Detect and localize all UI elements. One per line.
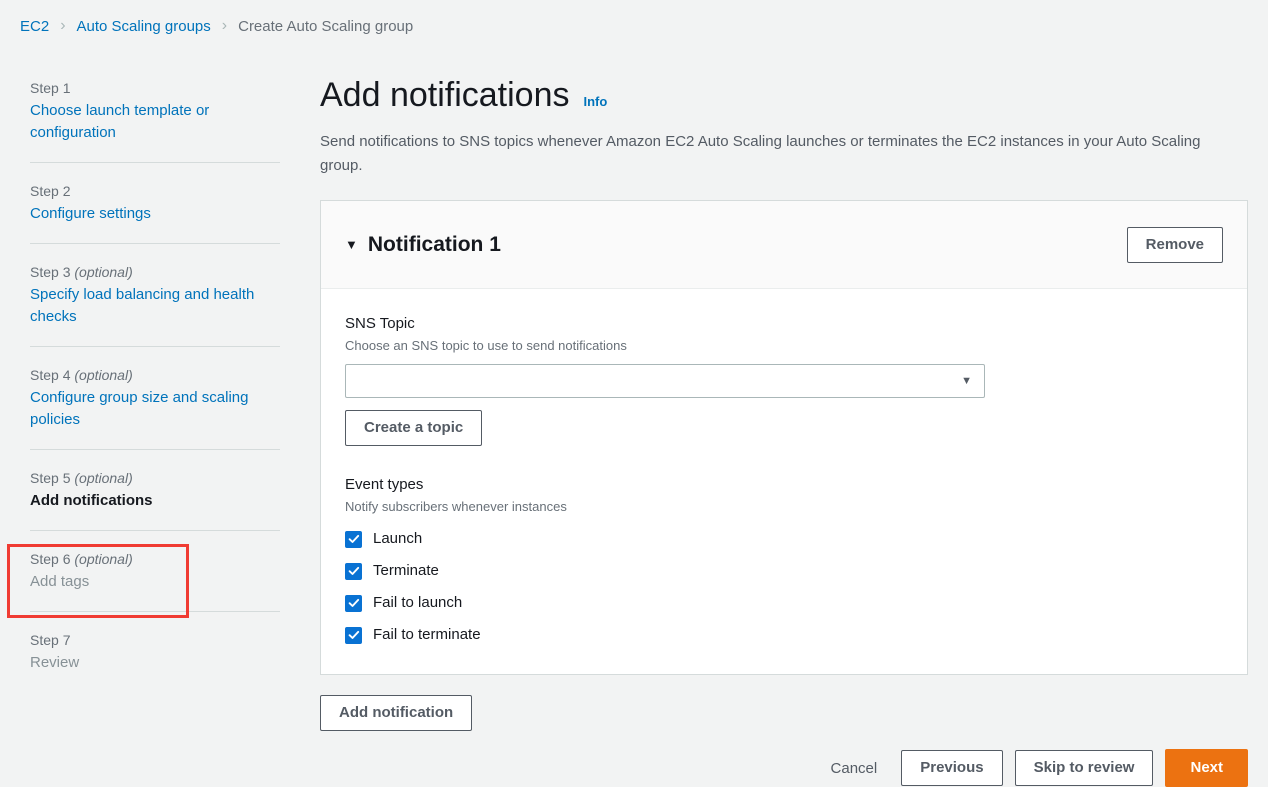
- breadcrumb-item-auto-scaling-groups[interactable]: Auto Scaling groups: [77, 18, 211, 35]
- step-number: Step 5 (optional): [30, 470, 133, 486]
- sns-topic-description: Choose an SNS topic to use to send notif…: [345, 338, 627, 353]
- step-divider: [30, 346, 280, 347]
- step-title[interactable]: Configure group size and scaling policie…: [30, 387, 280, 431]
- sidebar-item-step-3[interactable]: Step 3 (optional) Specify load balancing…: [0, 262, 300, 328]
- step-number: Step 3 (optional): [30, 264, 133, 280]
- sidebar-item-step-6[interactable]: Step 6 (optional) Add tags: [0, 549, 300, 593]
- add-notification-row: Add notification: [320, 695, 1248, 731]
- event-type-label: Launch: [373, 530, 423, 547]
- event-type-label: Terminate: [373, 562, 439, 579]
- breadcrumb-separator-icon: ›: [60, 17, 66, 34]
- sidebar-item-step-1[interactable]: Step 1 Choose launch template or configu…: [0, 78, 300, 144]
- step-divider: [30, 243, 280, 244]
- create-topic-row: Create a topic: [345, 410, 1223, 446]
- step-title[interactable]: Specify load balancing and health checks: [30, 284, 280, 328]
- step-title: Add tags: [30, 573, 90, 590]
- sidebar-item-step-7[interactable]: Step 7 Review: [0, 630, 300, 674]
- notification-panel-header: ▼ Notification 1 Remove: [321, 201, 1247, 289]
- chevron-down-icon: ▼: [961, 374, 972, 387]
- step-number: Step 7: [30, 632, 71, 648]
- page-title-row: Add notifications Info: [320, 74, 1248, 116]
- step-number: Step 4 (optional): [30, 367, 133, 383]
- step-divider: [30, 449, 280, 450]
- wizard-step-navigation: Step 1 Choose launch template or configu…: [0, 52, 300, 674]
- cancel-button[interactable]: Cancel: [819, 752, 890, 785]
- event-types-label: Event types: [345, 476, 424, 493]
- breadcrumb: EC2 › Auto Scaling groups › Create Auto …: [0, 0, 1268, 52]
- event-type-label: Fail to terminate: [373, 626, 481, 643]
- main-content: Add notifications Info Send notification…: [300, 52, 1268, 787]
- notification-panel-body: SNS Topic Choose an SNS topic to use to …: [321, 289, 1247, 674]
- checkbox-checked-icon[interactable]: [345, 626, 362, 644]
- sns-topic-label: SNS Topic: [345, 315, 415, 332]
- checkbox-checked-icon[interactable]: [345, 530, 362, 548]
- step-title[interactable]: Choose launch template or configuration: [30, 100, 280, 144]
- sidebar-item-step-5[interactable]: Step 5 (optional) Add notifications: [0, 468, 300, 512]
- event-type-checkbox-launch[interactable]: Launch: [345, 528, 1223, 550]
- info-link[interactable]: Info: [584, 94, 608, 109]
- notification-panel: ▼ Notification 1 Remove SNS Topic Choose…: [320, 200, 1248, 675]
- next-button[interactable]: Next: [1165, 749, 1248, 787]
- sns-topic-select[interactable]: ▼: [345, 364, 985, 398]
- chevron-down-icon[interactable]: ▼: [345, 238, 358, 251]
- breadcrumb-item-ec2[interactable]: EC2: [20, 18, 49, 35]
- previous-button[interactable]: Previous: [901, 750, 1003, 786]
- checkbox-checked-icon[interactable]: [345, 594, 362, 612]
- breadcrumb-separator-icon: ›: [221, 17, 228, 34]
- page-title: Add notifications: [320, 76, 570, 114]
- notification-panel-header-left: ▼ Notification 1: [345, 232, 501, 258]
- step-number: Step 2: [30, 183, 71, 199]
- sidebar-item-step-4[interactable]: Step 4 (optional) Configure group size a…: [0, 365, 300, 431]
- step-number: Step 6 (optional): [30, 551, 133, 567]
- wizard-action-bar: Cancel Previous Skip to review Next: [320, 749, 1248, 787]
- step-title: Review: [30, 654, 80, 671]
- step-title[interactable]: Add notifications: [30, 490, 280, 512]
- step-number: Step 1: [30, 80, 71, 96]
- event-types-description: Notify subscribers whenever instances: [345, 499, 567, 514]
- notification-panel-title: Notification 1: [367, 232, 501, 256]
- breadcrumb-item-current: Create Auto Scaling group: [238, 17, 414, 35]
- create-a-topic-button[interactable]: Create a topic: [345, 410, 483, 446]
- event-type-checkbox-fail-to-launch[interactable]: Fail to launch: [345, 592, 1223, 614]
- checkbox-checked-icon[interactable]: [345, 562, 362, 580]
- event-types-field: Event types Notify subscribers whenever …: [345, 474, 1223, 646]
- remove-notification-button[interactable]: Remove: [1126, 226, 1223, 263]
- step-divider: [30, 530, 280, 531]
- step-divider: [30, 611, 280, 612]
- step-title[interactable]: Configure settings: [30, 203, 280, 225]
- event-type-label: Fail to launch: [373, 594, 463, 611]
- event-type-checkbox-fail-to-terminate[interactable]: Fail to terminate: [345, 624, 1223, 646]
- add-notification-button[interactable]: Add notification: [320, 695, 473, 731]
- sns-topic-field: SNS Topic Choose an SNS topic to use to …: [345, 313, 1223, 398]
- step-divider: [30, 162, 280, 163]
- page-layout: Step 1 Choose launch template or configu…: [0, 52, 1268, 787]
- sidebar-item-step-2[interactable]: Step 2 Configure settings: [0, 181, 300, 225]
- event-type-checkbox-terminate[interactable]: Terminate: [345, 560, 1223, 582]
- page-description: Send notifications to SNS topics wheneve…: [320, 133, 1201, 174]
- skip-to-review-button[interactable]: Skip to review: [1014, 750, 1154, 786]
